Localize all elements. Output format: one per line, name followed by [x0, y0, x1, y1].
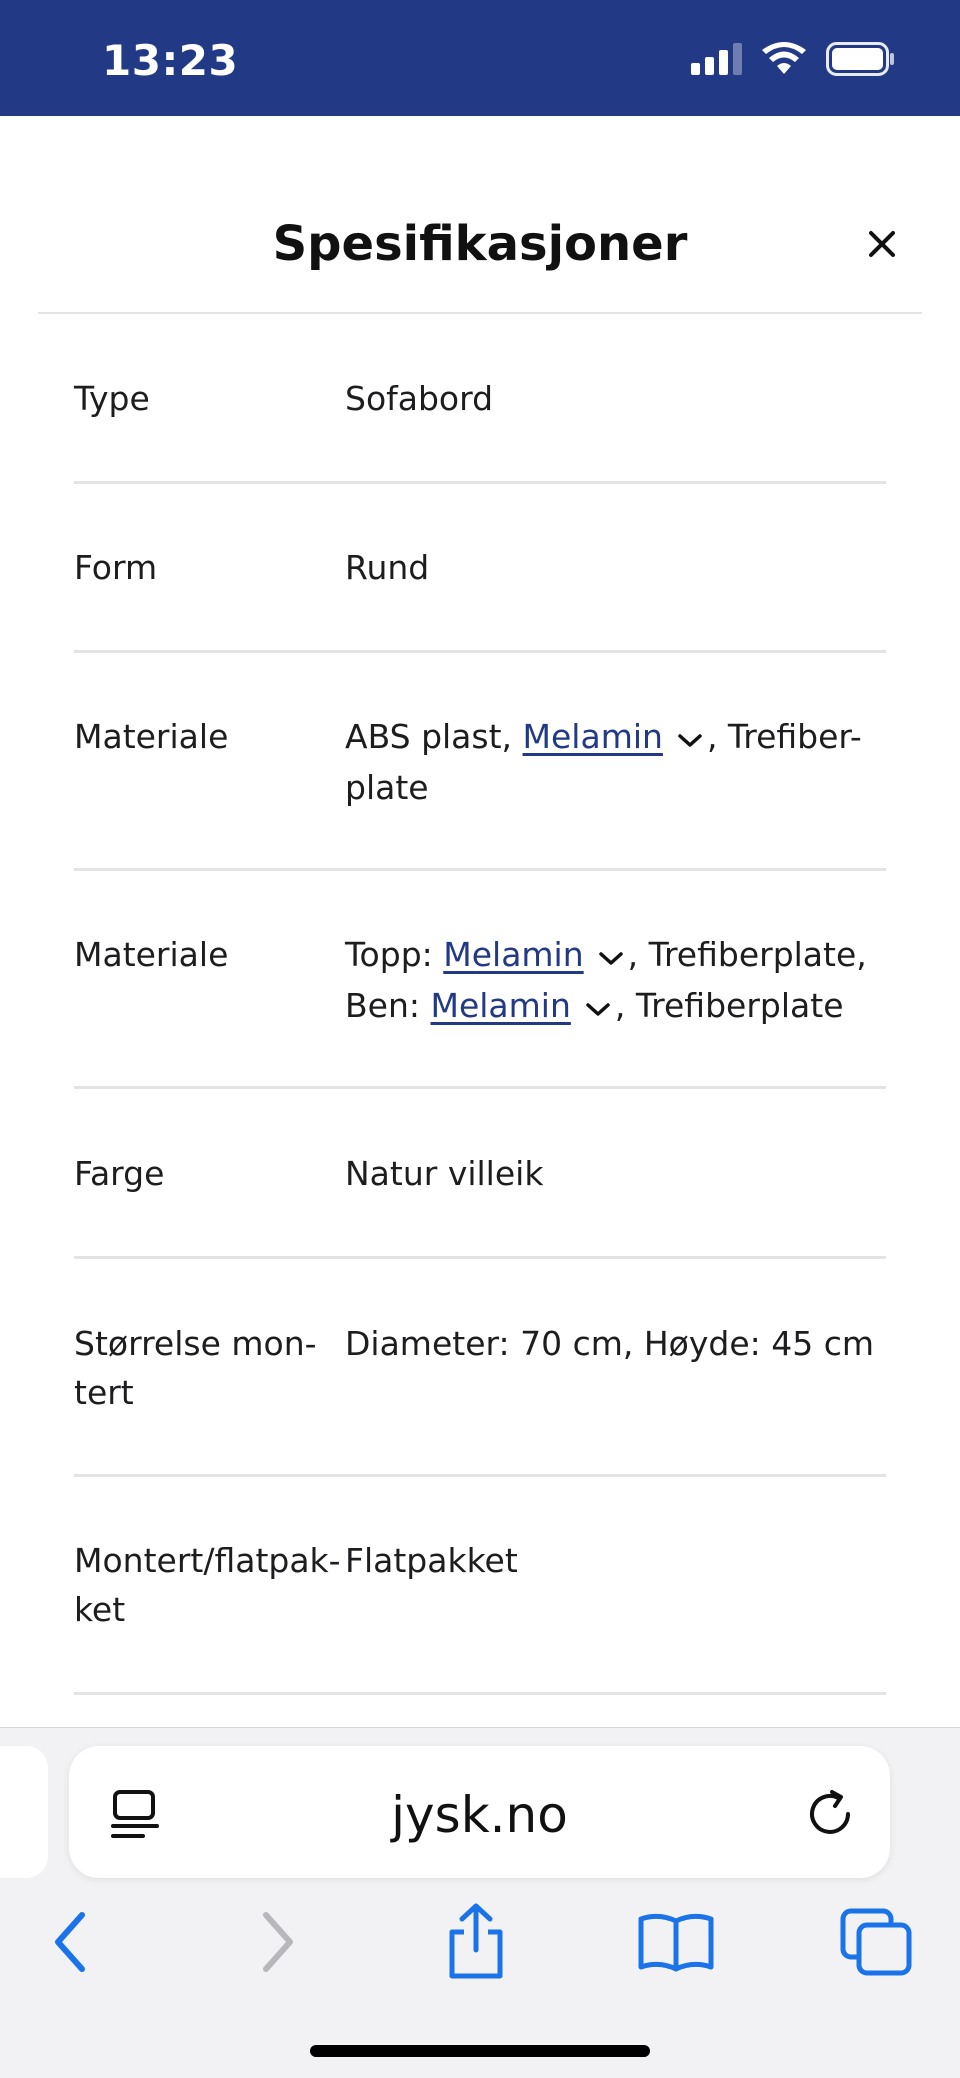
spec-text: , Trefiber- — [706, 717, 862, 756]
share-button[interactable] — [434, 1900, 518, 1984]
melamin-link[interactable]: Melamin — [443, 935, 583, 974]
spec-text: Topp: — [345, 935, 444, 974]
spec-label: Størrelse mon- tert — [74, 1319, 345, 1474]
battery-icon — [826, 42, 894, 76]
sheet-header: Spesifikasjoner — [0, 116, 960, 314]
spec-label: Type — [74, 379, 150, 418]
spec-value: ABS plast, Melamin , Trefiber- plate — [345, 712, 886, 868]
spec-label: Montert/flatpak- ket — [74, 1536, 345, 1692]
bookmarks-button[interactable] — [634, 1900, 718, 1984]
melamin-link[interactable]: Melamin — [523, 717, 663, 756]
wifi-icon — [762, 42, 806, 74]
chevron-down-icon[interactable] — [598, 932, 624, 981]
sheet-title: Spesifikasjoner — [272, 216, 688, 272]
status-icons — [691, 42, 896, 76]
spec-row-type: Type Sofabord — [74, 314, 886, 484]
back-button[interactable] — [28, 1900, 112, 1984]
spec-text: ABS plast, — [345, 717, 523, 756]
reload-icon — [810, 1790, 850, 1834]
spec-row-form: Form Rund — [74, 484, 886, 653]
spec-label-line: tert — [74, 1373, 134, 1412]
spec-value: Diameter: 70 cm, Høyde: 45 cm — [345, 1324, 874, 1363]
spec-label: Farge — [74, 1154, 165, 1193]
spec-label-line: ket — [74, 1590, 126, 1629]
spec-label: Materiale — [74, 717, 229, 756]
tabs-button[interactable] — [834, 1900, 918, 1984]
spec-label: Materiale — [74, 935, 229, 974]
spec-value: Topp: Melamin , Trefiberplate, Ben: Melam… — [345, 930, 886, 1086]
melamin-link[interactable]: Melamin — [430, 986, 570, 1025]
tabs-icon — [840, 1908, 912, 1976]
spec-row-storrelse: Størrelse mon- tert Diameter: 70 cm, Høy… — [74, 1259, 886, 1477]
spec-row-materiale-parts: Materiale Topp: Melamin , Trefiberplate , … — [74, 871, 886, 1089]
spec-label-line: Montert/flatpak- — [74, 1541, 341, 1580]
share-icon — [449, 1903, 503, 1979]
spec-text: , Trefiberplate — [614, 986, 844, 1025]
spec-value: Natur villeik — [345, 1154, 544, 1193]
status-bar: 13:23 — [0, 0, 960, 116]
spec-text: Ben: — [345, 986, 431, 1025]
close-icon — [869, 231, 895, 257]
back-arrow-icon — [55, 1912, 85, 1972]
home-indicator — [310, 2045, 650, 2057]
spec-list: Type Sofabord Form Rund Materiale ABS pl… — [74, 314, 886, 1695]
spec-row-montert: Montert/flatpak- ket Flatpakket — [74, 1477, 886, 1695]
spec-text: plate — [345, 768, 429, 807]
spec-value: Flatpakket — [345, 1541, 518, 1580]
spec-row-materiale: Materiale ABS plast, Melamin , Trefiber- … — [74, 653, 886, 871]
bookmarks-icon — [638, 1913, 714, 1972]
forward-button[interactable] — [236, 1900, 320, 1984]
spec-label: Form — [74, 548, 158, 587]
status-time: 13:23 — [102, 36, 239, 85]
forward-arrow-icon — [263, 1912, 293, 1972]
reload-button[interactable] — [802, 1784, 862, 1844]
address-bar[interactable]: jysk.no — [69, 1746, 890, 1878]
chevron-down-icon[interactable] — [677, 714, 703, 763]
spec-text: , Trefiberplate, — [627, 935, 867, 974]
spec-value: Rund — [345, 548, 430, 587]
close-button[interactable] — [856, 218, 908, 270]
spec-row-farge: Farge Natur villeik — [74, 1089, 886, 1259]
cellular-signal-icon — [691, 43, 742, 75]
previous-tab-pill[interactable] — [0, 1746, 48, 1878]
chevron-down-icon[interactable] — [585, 983, 611, 1032]
spec-label-line: Størrelse mon- — [74, 1324, 317, 1363]
spec-value: Sofabord — [345, 379, 494, 418]
url-text[interactable]: jysk.no — [69, 1786, 890, 1844]
